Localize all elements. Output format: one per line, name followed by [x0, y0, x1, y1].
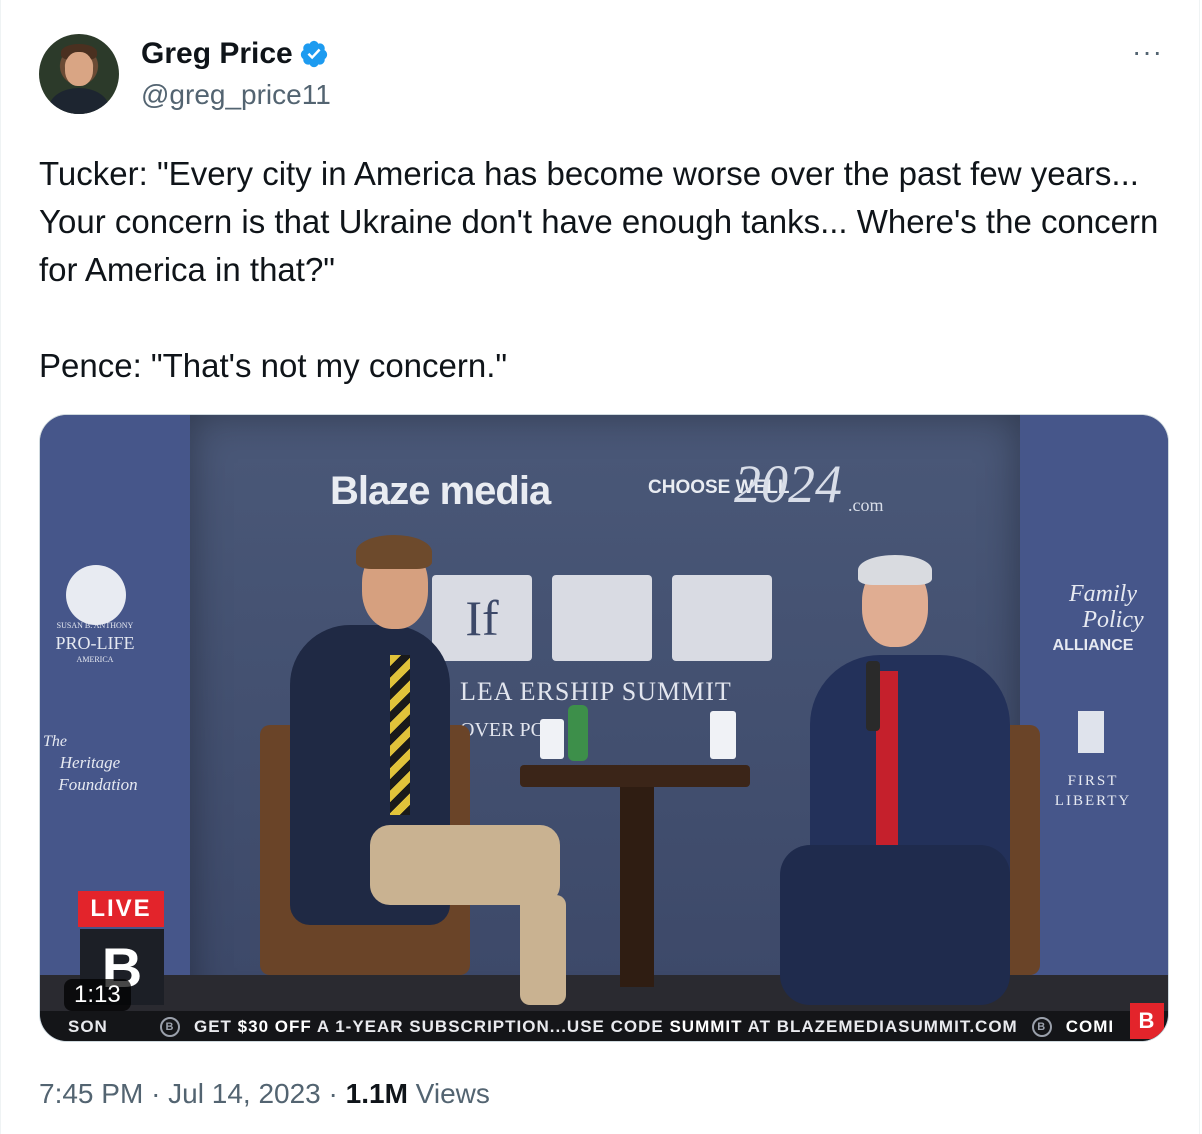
- side-table-leg: [620, 787, 654, 987]
- tweet-paragraph: Tucker: "Every city in America has becom…: [39, 155, 1159, 288]
- side-table: [520, 765, 750, 787]
- sponsor-text: LIBERTY: [1054, 793, 1132, 809]
- author-name[interactable]: Greg Price: [141, 36, 293, 72]
- sponsor-text: PRO-LIFE: [55, 633, 135, 653]
- sponsor-text: Heritage: [59, 753, 121, 772]
- avatar[interactable]: [39, 34, 119, 114]
- views-count: 1.1M: [345, 1078, 408, 1109]
- avatar-shirt: [49, 88, 109, 114]
- sponsor-text: Policy: [1082, 607, 1144, 633]
- cup: [710, 711, 736, 759]
- tweet-card: Greg Price @greg_price11 ··· Tucker: "Ev…: [0, 0, 1200, 1134]
- avatar-face: [65, 52, 93, 86]
- live-badge: LIVE: [78, 891, 164, 927]
- news-ticker: SON B GET $30 OFF A 1-YEAR SUBSCRIPTION.…: [40, 1003, 1168, 1041]
- summit-logo-if: If: [432, 575, 532, 661]
- tweet-time[interactable]: 7:45 PM: [39, 1078, 143, 1109]
- sponsor-text: The: [43, 733, 67, 750]
- right-speaker-trousers: [780, 845, 1010, 1005]
- water-bottle: [568, 705, 588, 761]
- blaze-media-logo: Blaze media: [330, 469, 551, 513]
- summit-title: LEA ERSHIP SUMMIT: [460, 677, 732, 706]
- ticker-promo: GET $30 OFF A 1-YEAR SUBSCRIPTION...USE …: [194, 1017, 1018, 1036]
- sponsor-emblem-icon: [66, 565, 126, 625]
- tweet-meta: 7:45 PM · Jul 14, 2023 · 1.1M Views: [39, 1074, 490, 1114]
- video-player[interactable]: SUSAN B. ANTHONY PRO-LIFE AMERICA The He…: [39, 414, 1169, 1042]
- sponsor-text: Family: [1069, 581, 1137, 607]
- left-speaker-trousers: [370, 825, 560, 905]
- blaze-red-logo-icon: B: [1130, 1003, 1164, 1039]
- video-duration: 1:13: [64, 979, 131, 1011]
- sponsor-text: ALLIANCE: [1052, 637, 1134, 654]
- ticker-right: COMI: [1065, 1017, 1115, 1036]
- sponsor-text: FIRST: [1067, 773, 1119, 789]
- year-text: 2024: [734, 454, 842, 514]
- right-speaker-hair: [858, 555, 932, 585]
- left-speaker-hair: [356, 535, 432, 569]
- left-speaker-leg: [520, 895, 566, 1005]
- column-icon: [1078, 711, 1104, 753]
- more-options-icon[interactable]: ···: [1132, 38, 1163, 66]
- sponsor-text: Foundation: [58, 775, 138, 794]
- domain-text: .com: [848, 495, 884, 515]
- meta-separator: ·: [151, 1078, 161, 1109]
- author-name-row[interactable]: Greg Price: [141, 36, 329, 72]
- tweet-date[interactable]: Jul 14, 2023: [168, 1078, 321, 1109]
- microphone-icon: [866, 661, 880, 731]
- ticker-left: SON: [68, 1017, 108, 1036]
- meta-separator: ·: [328, 1078, 338, 1109]
- author-handle[interactable]: @greg_price11: [141, 78, 331, 112]
- left-speaker-tie: [390, 655, 410, 815]
- summit-logo-arch-icon: [672, 575, 772, 661]
- ticker-circle-icon: B: [160, 1017, 180, 1037]
- summit-logos: If: [432, 575, 772, 661]
- sponsor-text: SUSAN B. ANTHONY: [56, 621, 134, 630]
- verified-badge-icon: [300, 40, 327, 68]
- summit-logo-bars-icon: [552, 575, 652, 661]
- views-label: Views: [415, 1078, 490, 1109]
- ticker-circle-icon: B: [1031, 1017, 1052, 1037]
- cup: [540, 719, 564, 759]
- sponsor-text: AMERICA: [76, 655, 114, 664]
- tweet-text: Tucker: "Every city in America has becom…: [39, 150, 1169, 390]
- tweet-paragraph: Pence: "That's not my concern.": [39, 347, 508, 384]
